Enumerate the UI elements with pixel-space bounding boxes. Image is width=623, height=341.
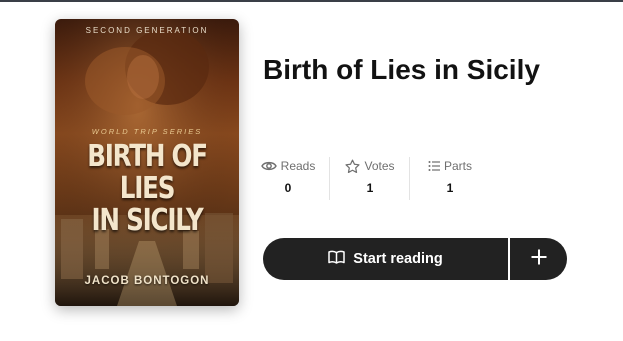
start-reading-button[interactable]: Start reading <box>263 238 508 280</box>
stat-votes: Votes 1 <box>344 157 396 201</box>
stat-reads-value: 0 <box>284 181 292 195</box>
story-title: Birth of Lies in Sicily <box>263 54 540 85</box>
stat-votes-label: Votes <box>364 159 395 173</box>
cover-series-label: WORLD TRIP SERIES <box>91 127 203 136</box>
star-icon <box>345 159 361 174</box>
book-cover[interactable]: SECOND GENERATION WORLD TRIP SERIES BIRT… <box>55 19 239 306</box>
cover-series-heading: SECOND GENERATION <box>85 26 209 35</box>
stat-reads-label: Reads <box>280 159 316 173</box>
cover-title-line-2: IN SICILY <box>91 203 204 238</box>
stat-divider <box>329 157 330 200</box>
stat-votes-header: Votes <box>344 157 396 175</box>
start-reading-label: Start reading <box>353 251 443 267</box>
stat-parts-label: Parts <box>443 159 472 173</box>
list-icon <box>428 160 440 172</box>
stat-reads: Reads 0 <box>260 157 316 201</box>
stat-parts-value: 1 <box>446 181 454 195</box>
cover-author: JACOB BONTOGON <box>84 275 210 287</box>
stat-parts-header: Parts <box>424 157 476 175</box>
stat-reads-header: Reads <box>260 157 316 175</box>
cover-title-line-1: BIRTH OF LIES <box>87 139 208 206</box>
top-border <box>0 0 623 2</box>
stat-parts: Parts 1 <box>424 157 476 201</box>
stat-votes-value: 1 <box>366 181 374 195</box>
eye-icon <box>260 160 277 172</box>
cover-title: BIRTH OF LIES IN SICILY <box>72 141 223 237</box>
add-to-library-button[interactable] <box>510 238 567 280</box>
open-book-icon <box>328 250 346 268</box>
plus-icon <box>530 248 548 271</box>
stat-divider <box>409 157 410 200</box>
reading-actions: Start reading <box>263 238 567 280</box>
